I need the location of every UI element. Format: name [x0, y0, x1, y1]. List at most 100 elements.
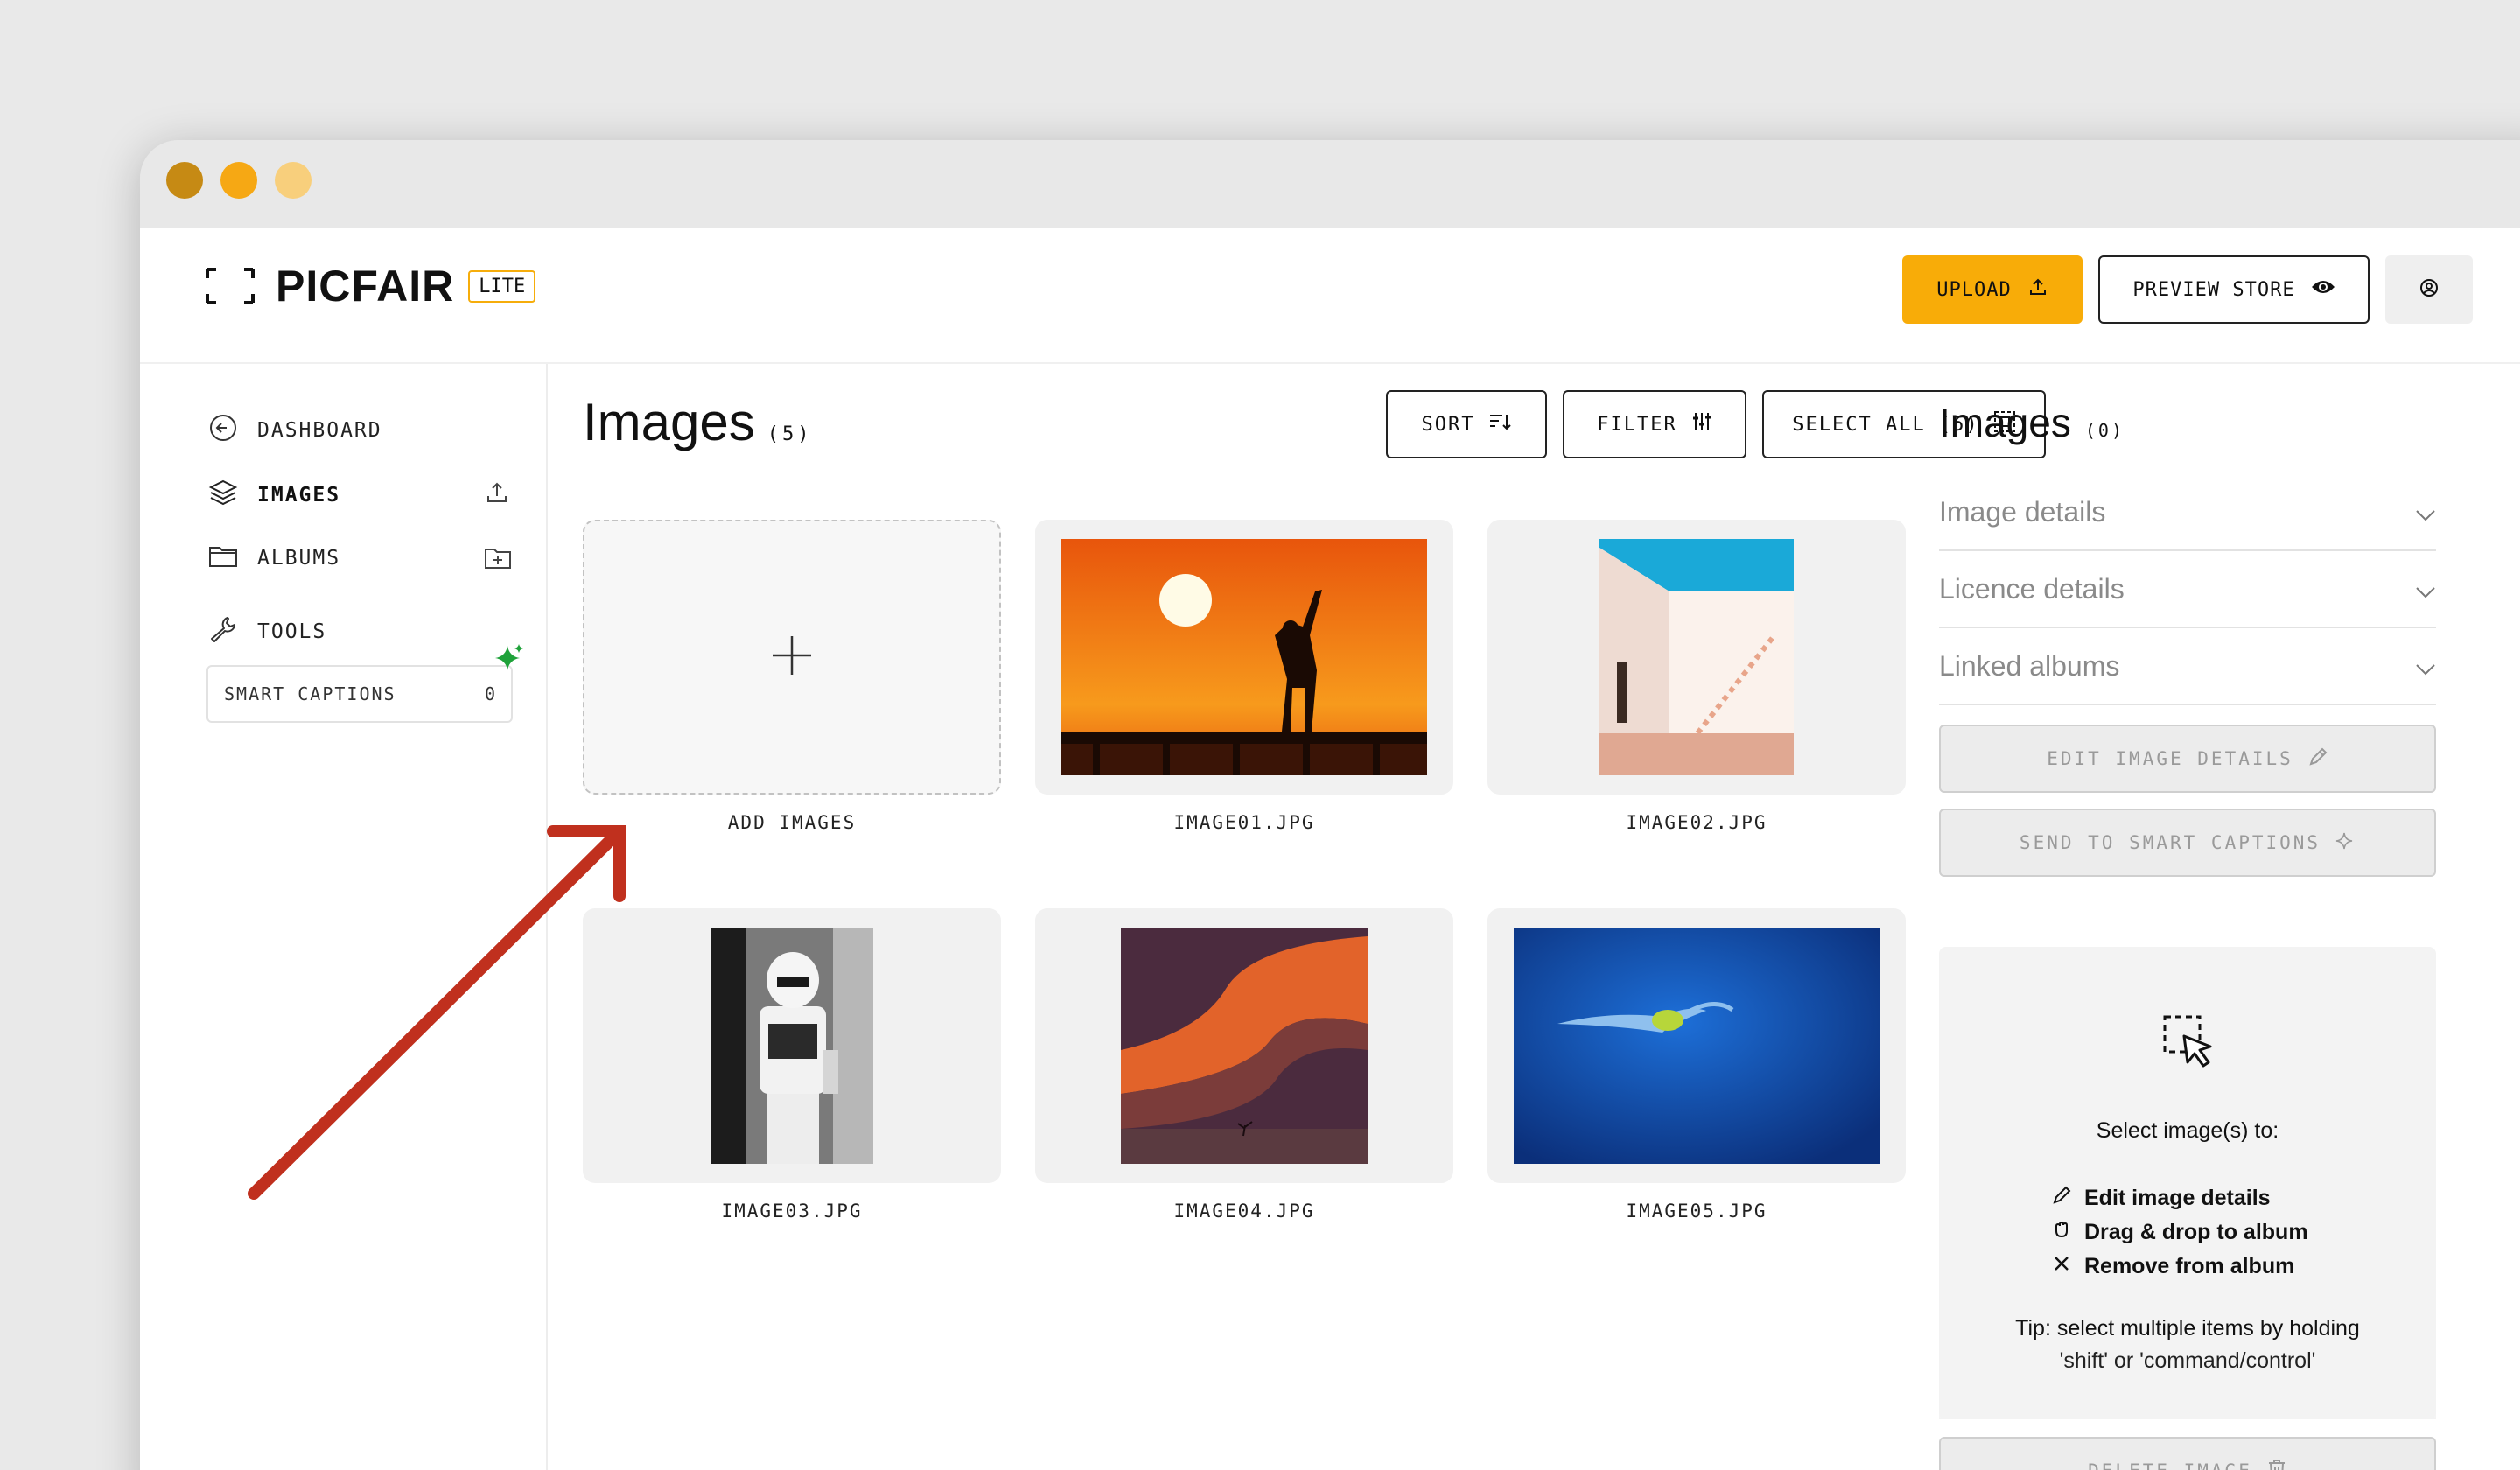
page-title-count: (5) — [766, 424, 813, 445]
hint-tip: Tip: select multiple items by holding 's… — [1965, 1312, 2410, 1377]
panel-title: Images (0) — [1939, 399, 2124, 446]
accordion-label: Linked albums — [1939, 649, 2120, 682]
edit-image-details-button[interactable]: EDIT IMAGE DETAILS — [1939, 724, 2436, 793]
folder-plus-icon[interactable] — [484, 546, 512, 575]
page-title-text: Images — [583, 393, 755, 452]
layers-icon — [208, 478, 238, 513]
hand-grab-icon — [2051, 1219, 2072, 1246]
window-titlebar — [140, 140, 2520, 228]
panel-title-text: Images — [1939, 400, 2071, 445]
details-panel: Images (0) Image details Licence details… — [1939, 364, 2520, 1470]
plus-icon — [771, 634, 813, 681]
trash-icon — [2266, 1458, 2287, 1470]
panel-title-count: (0) — [2084, 420, 2124, 441]
chevron-down-icon — [2415, 650, 2436, 682]
sidebar-item-tools[interactable]: TOOLS — [208, 614, 326, 649]
accordion-label: Licence details — [1939, 572, 2124, 605]
app-content: PICFAIR LITE UPLOAD PREVIEW STORE DASHBO… — [140, 228, 2520, 1470]
desert-dunes-thumbnail — [1121, 928, 1368, 1164]
hint-item-label: Edit image details — [2084, 1186, 2271, 1210]
filter-button[interactable]: FILTER — [1563, 390, 1746, 458]
brand-logo[interactable]: PICFAIR LITE — [206, 261, 536, 312]
hint-item-drag: Drag & drop to album — [2051, 1215, 2308, 1250]
app-window: PICFAIR LITE UPLOAD PREVIEW STORE DASHBO… — [140, 140, 2520, 1470]
delete-image-button[interactable]: DELETE IMAGE — [1939, 1437, 2436, 1470]
frame-logo-icon — [206, 268, 255, 304]
sort-button[interactable]: SORT — [1386, 390, 1547, 458]
sidebar-item-images[interactable]: IMAGES — [208, 478, 340, 513]
wrench-icon — [208, 614, 238, 649]
eye-icon — [2311, 278, 2335, 301]
image-tile-03[interactable] — [583, 908, 1001, 1183]
upload-icon[interactable] — [484, 480, 510, 510]
upload-button[interactable]: UPLOAD — [1902, 256, 2082, 324]
send-to-smart-captions-label: SEND TO SMART CAPTIONS — [2019, 832, 2321, 853]
blue-water-bird-thumbnail — [1514, 928, 1880, 1164]
hint-item-remove: Remove from album — [2051, 1250, 2308, 1284]
stormtrooper-thumbnail — [710, 928, 873, 1164]
hint-item-edit: Edit image details — [2051, 1181, 2308, 1215]
image-tile-04[interactable] — [1035, 908, 1453, 1183]
top-header: PICFAIR LITE UPLOAD PREVIEW STORE — [140, 228, 2520, 362]
sidebar-item-label: ALBUMS — [257, 547, 341, 570]
sort-icon — [1488, 412, 1512, 437]
image-name: IMAGE03.JPG — [721, 1200, 863, 1222]
preview-store-label: PREVIEW STORE — [2132, 278, 2295, 301]
sidebar-item-label: IMAGES — [257, 484, 341, 507]
image-name: IMAGE01.JPG — [1173, 812, 1315, 833]
send-to-smart-captions-button[interactable]: SEND TO SMART CAPTIONS — [1939, 808, 2436, 877]
maximize-window-dot[interactable] — [275, 162, 312, 199]
image-tile-05[interactable] — [1488, 908, 1906, 1183]
smart-captions-label: SMART CAPTIONS — [224, 683, 396, 704]
accordion-licence-details[interactable]: Licence details — [1939, 551, 2436, 628]
smart-captions-count: 0 — [484, 683, 497, 704]
hint-lead-text: Select image(s) to: — [2096, 1118, 2279, 1143]
pencil-icon — [2051, 1185, 2072, 1212]
account-button[interactable] — [2385, 256, 2473, 324]
chevron-down-icon — [2415, 573, 2436, 606]
hint-action-list: Edit image details Drag & drop to album … — [2051, 1181, 2308, 1284]
close-window-dot[interactable] — [166, 162, 203, 199]
folder-icon — [208, 542, 238, 574]
arrow-left-circle-icon — [208, 413, 238, 448]
accordion-image-details[interactable]: Image details — [1939, 474, 2436, 551]
accordion-linked-albums[interactable]: Linked albums — [1939, 628, 2436, 705]
minimize-window-dot[interactable] — [220, 162, 257, 199]
sidebar: DASHBOARD IMAGES ALBUMS TOOLS SMART CAPT… — [140, 364, 548, 1470]
filter-label: FILTER — [1597, 413, 1677, 436]
white-stairs-thumbnail — [1600, 539, 1794, 775]
image-tile-02[interactable] — [1488, 520, 1906, 794]
selection-hint-card: Select image(s) to: Edit image details D… — [1939, 947, 2436, 1419]
hint-fade-overlay — [1939, 1372, 2436, 1419]
preview-store-button[interactable]: PREVIEW STORE — [2098, 256, 2370, 324]
sidebar-item-albums[interactable]: ALBUMS — [208, 542, 340, 574]
sparkle-icon — [2334, 830, 2356, 856]
user-circle-icon — [2419, 278, 2439, 302]
pencil-icon — [2307, 746, 2328, 772]
add-images-label: ADD IMAGES — [727, 812, 857, 833]
plan-badge: LITE — [468, 270, 536, 303]
sidebar-item-label: DASHBOARD — [257, 419, 382, 442]
image-name: IMAGE04.JPG — [1173, 1200, 1315, 1222]
sliders-icon — [1691, 411, 1712, 438]
hint-item-label: Drag & drop to album — [2084, 1220, 2308, 1244]
sort-label: SORT — [1421, 413, 1475, 436]
sparkle-icon — [494, 642, 525, 678]
page-title: Images (5) — [583, 392, 813, 452]
edit-image-details-label: EDIT IMAGE DETAILS — [2047, 748, 2293, 769]
hint-item-label: Remove from album — [2084, 1254, 2295, 1278]
sidebar-item-dashboard[interactable]: DASHBOARD — [208, 413, 382, 448]
selection-cursor-icon — [2161, 1013, 2219, 1075]
upload-icon — [2027, 276, 2048, 303]
image-name: IMAGE02.JPG — [1626, 812, 1768, 833]
close-icon — [2051, 1253, 2072, 1280]
image-tile-01[interactable] — [1035, 520, 1453, 794]
hint-tip-line1: Tip: select multiple items by holding — [2015, 1316, 2360, 1340]
upload-button-label: UPLOAD — [1936, 278, 2012, 301]
brand-name: PICFAIR — [276, 262, 455, 311]
smart-captions-item[interactable]: SMART CAPTIONS 0 — [206, 665, 513, 723]
sunset-silhouette-thumbnail — [1061, 539, 1427, 775]
sidebar-item-label: TOOLS — [257, 620, 327, 643]
delete-image-label: DELETE IMAGE — [2088, 1460, 2252, 1470]
add-images-tile[interactable] — [583, 520, 1001, 794]
